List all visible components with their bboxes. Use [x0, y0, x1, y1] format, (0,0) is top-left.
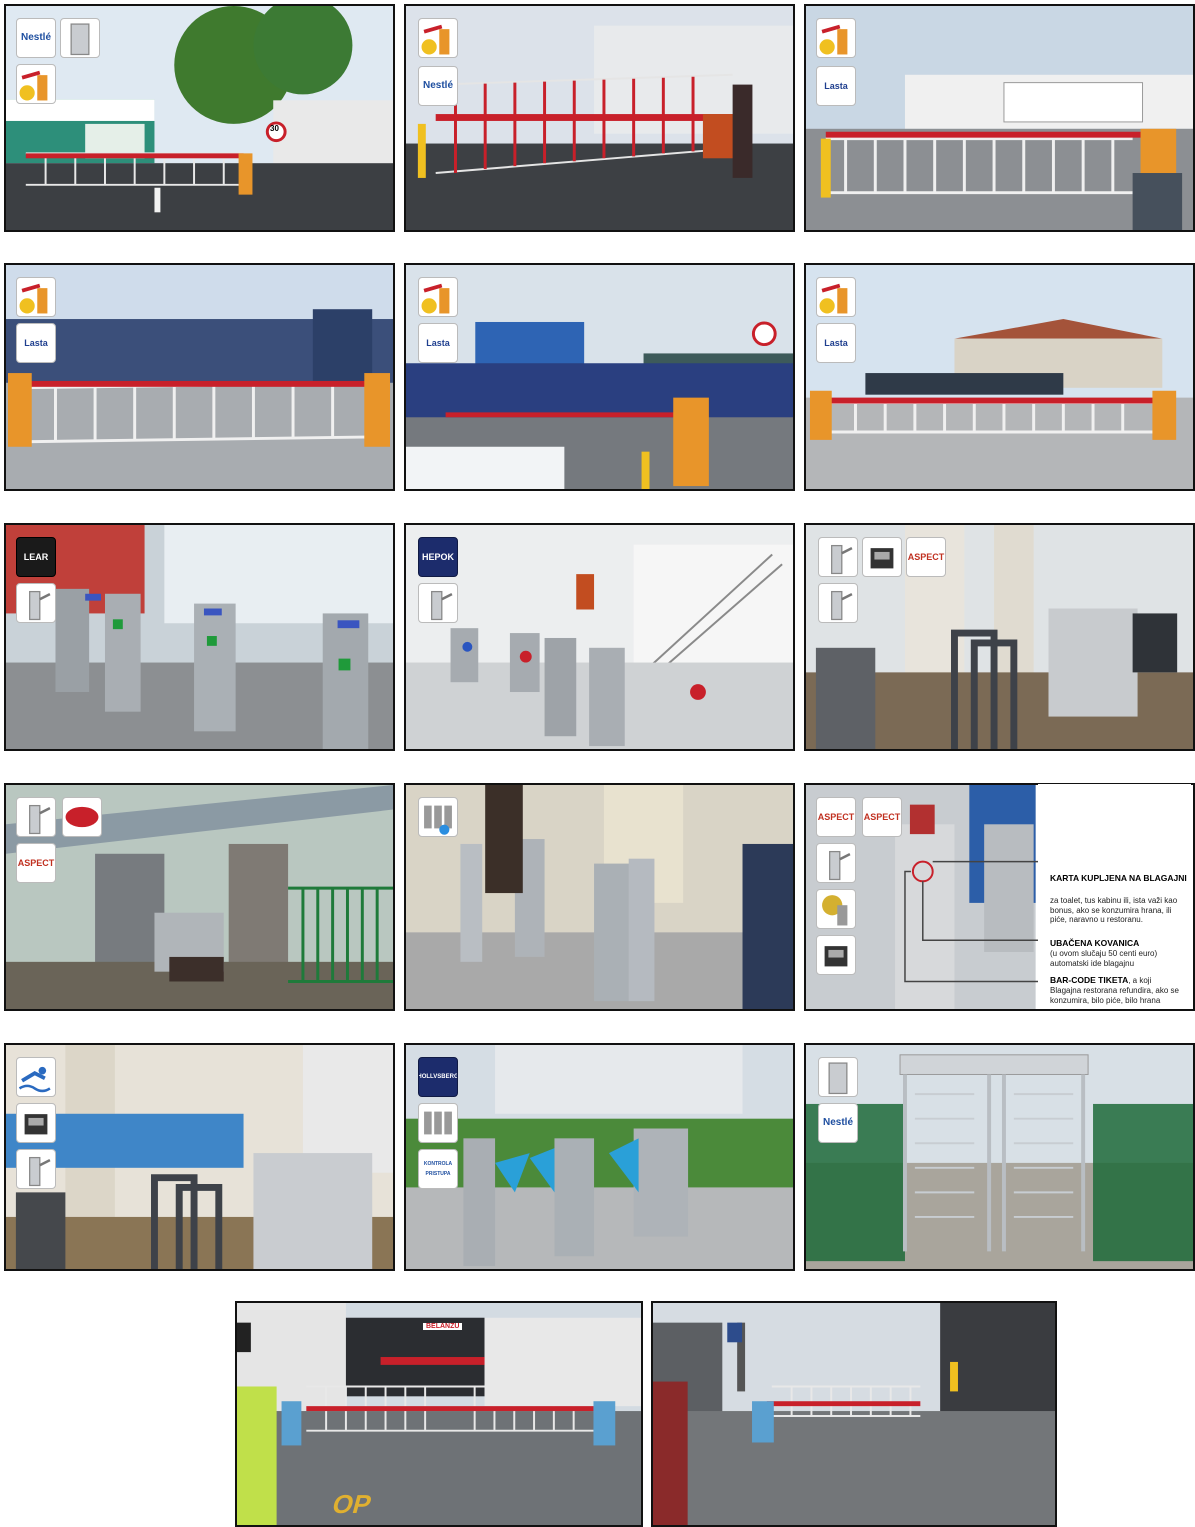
turnstile-icon — [60, 18, 100, 58]
aspect-logo: ASPECT — [862, 797, 902, 837]
access-control-icon: KONTROLA PRISTUPA — [418, 1149, 458, 1189]
photo-lasta-snow-barrier: Lasta — [404, 263, 795, 491]
barrier-icon — [16, 64, 56, 104]
ticket-kiosk-icon — [816, 935, 856, 975]
speed-gate-icon — [418, 797, 458, 837]
lear-logo: LEAR — [16, 537, 56, 577]
photo-long-barrier: Nestlé — [404, 4, 795, 232]
coin-turnstile-icon — [816, 889, 856, 929]
barrier-icon — [418, 277, 458, 317]
speed-gate-icon — [418, 1103, 458, 1143]
photo-glass-speed-gates — [404, 783, 795, 1011]
barrier-icon — [16, 277, 56, 317]
kovanica-text: (u ovom slučaju 50 centi euro) automatsk… — [1050, 949, 1158, 968]
photo-pool-turnstile — [4, 1043, 395, 1271]
photo-lasta-bus-depot: Lasta — [804, 4, 1195, 232]
ticket-kiosk-icon — [16, 1103, 56, 1143]
speed-sign-label: 30 — [270, 124, 279, 133]
aspect-logo: ASPECT — [906, 537, 946, 577]
nestle-logo: Nestlé — [418, 66, 458, 106]
ticket-explanation-callout: KARTA KUPLJENA NA BLAGAJNI za toalet, tu… — [1038, 784, 1191, 1009]
storefront-sign: BELANZU — [423, 1323, 463, 1330]
photo-hepok-turnstiles: HEPOK — [404, 523, 795, 751]
photo-lear-turnstiles: LEAR — [4, 523, 395, 751]
kovanica-title: UBAČENA KOVANICA — [1050, 938, 1140, 948]
karta-text: za toalet, tus kabinu ili, ista važi kao… — [1050, 896, 1178, 924]
turnstile-icon — [16, 797, 56, 837]
hollvsberg-logo: HOLLVSBERG — [418, 1057, 458, 1097]
turnstile-icon — [16, 1149, 56, 1189]
full-height-turnstile-icon — [818, 1057, 858, 1097]
aspect-logo: ASPECT — [16, 843, 56, 883]
barcode-title-suffix: , a koji — [1128, 976, 1152, 985]
hepok-logo: HEPOK — [418, 537, 458, 577]
lasta-logo: Lasta — [16, 323, 56, 363]
nestle-logo: Nestlé — [16, 18, 56, 58]
photo-aspect-outdoor-turnstile: ASPECT — [4, 783, 395, 1011]
photo-nestle-full-height-turnstile: Nestlé — [804, 1043, 1195, 1271]
swimmer-icon — [16, 1057, 56, 1097]
lasta-logo: Lasta — [816, 66, 856, 106]
brand-logo — [62, 797, 102, 837]
photo-lasta-parking-barrier: Lasta — [804, 263, 1195, 491]
nestle-logo: Nestlé — [818, 1103, 858, 1143]
turnstile-icon — [418, 583, 458, 623]
lasta-logo: Lasta — [418, 323, 458, 363]
turnstile-icon — [16, 583, 56, 623]
turnstile-icon — [818, 583, 858, 623]
barcode-title: BAR-CODE TIKETA — [1050, 975, 1129, 985]
karta-title: KARTA KUPLJENA NA BLAGAJNI — [1050, 873, 1187, 883]
photo-aspect-pool-turnstiles: ASPECT — [804, 523, 1195, 751]
photo-lasta-bus-barrier: Lasta — [4, 263, 395, 491]
barrier-icon — [418, 18, 458, 58]
turnstile-icon — [818, 537, 858, 577]
aspect-logo: ASPECT — [816, 797, 856, 837]
photo-industrial-barrier — [651, 1301, 1057, 1527]
photo-hollvsberg-flap-gates: HOLLVSBERG KONTROLA PRISTUPA — [404, 1043, 795, 1271]
photo-nestle-gate: Nestlé 30 — [4, 4, 395, 232]
barrier-icon — [816, 277, 856, 317]
barrier-icon — [816, 18, 856, 58]
ticket-kiosk-icon — [862, 537, 902, 577]
photo-warehouse-barrier: BELANZU OP — [235, 1301, 643, 1527]
barcode-text: Blagajna restorana refundira, ako se kon… — [1050, 986, 1179, 1005]
turnstile-icon — [816, 843, 856, 883]
lasta-logo: Lasta — [816, 323, 856, 363]
